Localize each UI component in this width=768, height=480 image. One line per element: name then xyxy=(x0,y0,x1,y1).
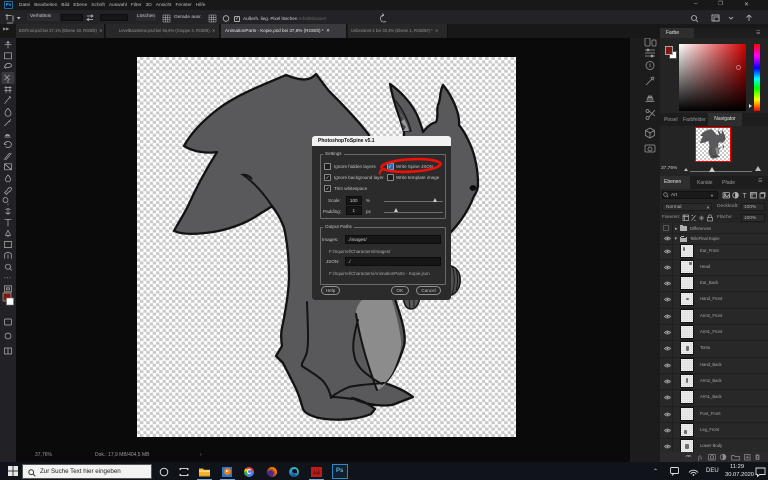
svg-text:T: T xyxy=(743,193,748,199)
svg-text:fx: fx xyxy=(698,455,703,462)
